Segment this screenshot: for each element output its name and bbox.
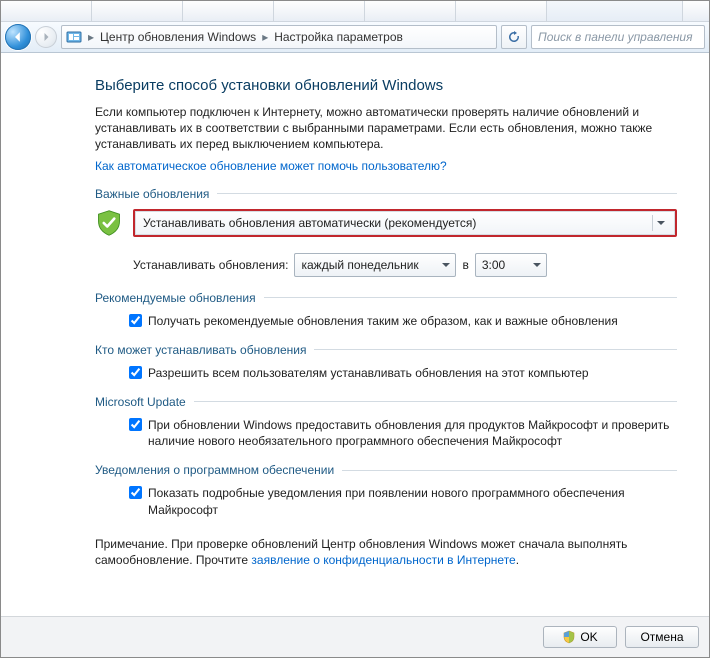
privacy-link[interactable]: заявление о конфиденциальности в Интерне…: [251, 553, 515, 567]
divider: [314, 349, 677, 350]
dialog-footer: OK Отмена: [1, 616, 709, 657]
group-notify: Уведомления о программном обеспечении По…: [95, 463, 677, 517]
tab[interactable]: [1, 1, 92, 21]
divider: [217, 193, 677, 194]
group-legend: Рекомендуемые обновления: [95, 291, 256, 305]
explorer-navbar: ▸ Центр обновления Windows ▸ Настройка п…: [1, 22, 709, 53]
note-suffix: .: [516, 553, 519, 567]
tab[interactable]: [456, 1, 547, 21]
schedule-day-value: каждый понедельник: [301, 258, 418, 272]
update-mode-value: Устанавливать обновления автоматически (…: [143, 216, 476, 230]
recommended-checkbox-row[interactable]: Получать рекомендуемые обновления таким …: [129, 313, 677, 329]
msupdate-checkbox[interactable]: [129, 418, 142, 431]
chevron-right-icon: ▸: [88, 30, 94, 44]
minimize-hint[interactable]: [682, 1, 709, 21]
breadcrumb-root[interactable]: Центр обновления Windows: [100, 30, 256, 44]
recommended-checkbox[interactable]: [129, 314, 142, 327]
schedule-at-label: в: [462, 258, 468, 272]
tab[interactable]: [183, 1, 274, 21]
search-placeholder: Поиск в панели управления: [538, 30, 693, 44]
divider: [194, 401, 677, 402]
group-recommended: Рекомендуемые обновления Получать рекоме…: [95, 291, 677, 329]
group-legend: Важные обновления: [95, 187, 209, 201]
control-panel-icon: [66, 29, 82, 45]
divider: [342, 470, 677, 471]
recommended-checkbox-label: Получать рекомендуемые обновления таким …: [148, 313, 618, 329]
update-mode-select[interactable]: Устанавливать обновления автоматически (…: [133, 209, 677, 237]
cancel-label: Отмена: [640, 630, 683, 644]
schedule-day-select[interactable]: каждый понедельник: [294, 253, 456, 277]
breadcrumb[interactable]: ▸ Центр обновления Windows ▸ Настройка п…: [61, 25, 497, 49]
tab[interactable]: [365, 1, 456, 21]
help-link[interactable]: Как автоматическое обновление может помо…: [95, 159, 447, 173]
window-tabstrip: [1, 1, 709, 22]
notify-checkbox-row[interactable]: Показать подробные уведомления при появл…: [129, 485, 677, 517]
uac-shield-icon: [562, 630, 576, 644]
group-legend: Microsoft Update: [95, 395, 186, 409]
group-important: Важные обновления Устанавливать обновлен…: [95, 187, 677, 277]
privacy-note: Примечание. При проверке обновлений Цент…: [95, 536, 677, 570]
divider: [264, 297, 677, 298]
who-checkbox[interactable]: [129, 366, 142, 379]
chevron-right-icon: ▸: [262, 30, 268, 44]
back-button[interactable]: [5, 24, 31, 50]
tab[interactable]: [274, 1, 365, 21]
schedule-time-select[interactable]: 3:00: [475, 253, 547, 277]
lead-text: Если компьютер подключен к Интернету, мо…: [95, 104, 677, 153]
msupdate-checkbox-label: При обновлении Windows предоставить обно…: [148, 417, 677, 449]
search-input[interactable]: Поиск в панели управления: [531, 25, 705, 49]
ok-label: OK: [580, 630, 597, 644]
msupdate-checkbox-row[interactable]: При обновлении Windows предоставить обно…: [129, 417, 677, 449]
cancel-button[interactable]: Отмена: [625, 626, 699, 648]
chevron-down-icon: [441, 260, 451, 270]
ok-button[interactable]: OK: [543, 626, 617, 648]
group-legend: Кто может устанавливать обновления: [95, 343, 306, 357]
content-area: Выберите способ установки обновлений Win…: [1, 53, 709, 617]
group-legend: Уведомления о программном обеспечении: [95, 463, 334, 477]
notify-checkbox-label: Показать подробные уведомления при появл…: [148, 485, 677, 517]
group-who: Кто может устанавливать обновления Разре…: [95, 343, 677, 381]
notify-checkbox[interactable]: [129, 486, 142, 499]
shield-check-icon: [95, 209, 123, 237]
chevron-down-icon: [652, 215, 669, 231]
schedule-label: Устанавливать обновления:: [133, 258, 288, 272]
forward-button[interactable]: [35, 26, 57, 48]
group-msupdate: Microsoft Update При обновлении Windows …: [95, 395, 677, 449]
tab[interactable]: [92, 1, 183, 21]
refresh-button[interactable]: [501, 25, 527, 49]
breadcrumb-page[interactable]: Настройка параметров: [274, 30, 403, 44]
who-checkbox-row[interactable]: Разрешить всем пользователям устанавлива…: [129, 365, 677, 381]
schedule-time-value: 3:00: [482, 258, 505, 272]
page-title: Выберите способ установки обновлений Win…: [95, 77, 677, 94]
chevron-down-icon: [532, 260, 542, 270]
who-checkbox-label: Разрешить всем пользователям устанавлива…: [148, 365, 589, 381]
